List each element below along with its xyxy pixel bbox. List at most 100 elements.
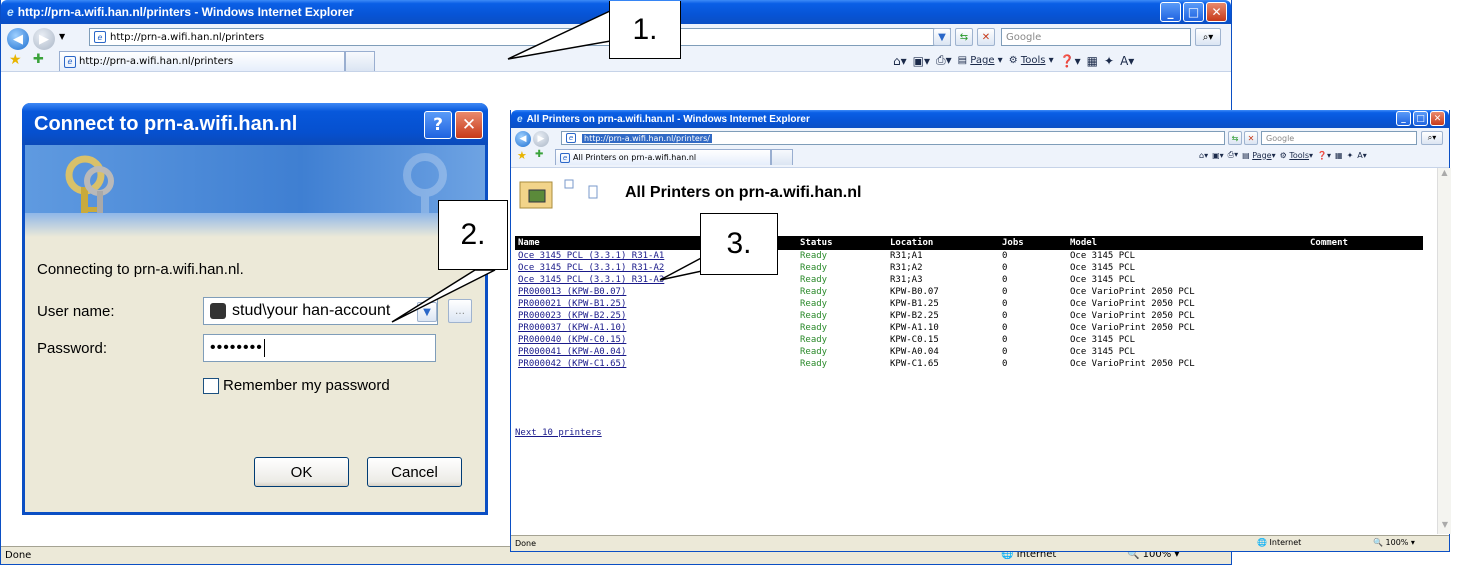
inner-feeds-icon[interactable]: ▣▾ [1212, 151, 1224, 160]
inner-favorites-star-icon[interactable]: ★ [517, 149, 527, 162]
inner-command-bar: ⌂▾ ▣▾ ⎙▾ ▤ Page▾ ⚙ Tools▾ ❓▾ ▦ ✦ A▾ [1199, 150, 1367, 160]
location-cell: KPW-C0.15 [890, 335, 939, 345]
location-cell: KPW-B0.07 [890, 287, 939, 297]
inner-forward-button[interactable]: ▶ [533, 131, 549, 147]
address-dropdown-button[interactable]: ▼ [933, 28, 951, 46]
messenger-icon[interactable]: ✦ [1104, 54, 1114, 68]
print-icon[interactable]: ⎙▾ [936, 53, 952, 68]
column-header: Status [797, 236, 887, 250]
inner-translate-icon[interactable]: A▾ [1357, 151, 1367, 160]
inner-tab[interactable]: e All Printers on prn-a.wifi.han.nl [555, 149, 771, 165]
inner-new-tab-button[interactable] [771, 149, 793, 165]
close-button[interactable]: ✕ [1206, 2, 1227, 22]
printer-name-cell[interactable]: PR000021 (KPW-B1.25) [515, 298, 797, 310]
research-icon[interactable]: ▦ [1087, 54, 1098, 68]
help-icon[interactable]: ❓▾ [1060, 54, 1081, 68]
next-printers-link[interactable]: Next 10 printers [515, 428, 602, 438]
model-cell: Oce VarioPrint 2050 PCL [1070, 323, 1195, 333]
vertical-scrollbar[interactable]: ▲ ▼ [1437, 168, 1451, 534]
forward-button[interactable]: ▶ [33, 28, 55, 50]
password-field[interactable]: •••••••• [203, 334, 436, 362]
printer-link[interactable]: Oce 3145 PCL (3.3.1) R31-A1 [518, 251, 664, 261]
minimize-button[interactable]: _ [1160, 2, 1181, 22]
new-tab-button[interactable] [345, 51, 375, 71]
tools-menu[interactable]: ⚙ Tools ▾ [1009, 55, 1054, 66]
model-cell: Oce 3145 PCL [1070, 251, 1136, 261]
printer-link[interactable]: Oce 3145 PCL (3.3.1) R31-A3 [518, 275, 664, 285]
page-heading: All Printers on prn-a.wifi.han.nl [625, 184, 862, 201]
printer-link[interactable]: PR000013 (KPW-B0.07) [518, 287, 626, 297]
printer-link[interactable]: PR000041 (KPW-A0.04) [518, 347, 626, 357]
outer-command-bar: ⌂▾ ▣▾ ⎙▾ ▤ Page ▾ ⚙ Tools ▾ ❓▾ ▦ ✦ A▾ [893, 53, 1134, 68]
dialog-title-bar[interactable]: Connect to prn-a.wifi.han.nl ? ✕ [22, 103, 488, 145]
remember-label: Remember my password [223, 377, 390, 394]
inner-address-toolbar: ◀ ▶ e http://prn-a.wifi.han.nl/printers/… [511, 128, 1449, 168]
inner-tools-menu[interactable]: ⚙ Tools▾ [1280, 151, 1313, 160]
inner-print-icon[interactable]: ⎙▾ [1228, 150, 1238, 160]
printer-link[interactable]: PR000021 (KPW-B1.25) [518, 299, 626, 309]
inner-search-button[interactable]: ⌕▾ [1421, 131, 1443, 145]
remember-checkbox[interactable] [203, 378, 219, 394]
stop-button[interactable]: ✕ [977, 28, 995, 46]
inner-minimize-button[interactable]: _ [1396, 111, 1411, 126]
inner-refresh-button[interactable]: ⇆ [1228, 131, 1242, 145]
page-menu[interactable]: ▤ Page ▾ [958, 55, 1003, 66]
printer-link[interactable]: PR000042 (KPW-C1.65) [518, 359, 626, 369]
printer-link[interactable]: PR000040 (KPW-C0.15) [518, 335, 626, 345]
jobs-cell: 0 [1002, 251, 1008, 261]
cancel-button[interactable]: Cancel [367, 457, 462, 487]
password-label: Password: [37, 340, 108, 357]
inner-search-input[interactable]: Google [1261, 131, 1417, 145]
password-value: •••••••• [210, 339, 263, 356]
inner-back-button[interactable]: ◀ [515, 131, 531, 147]
maximize-button[interactable]: □ [1183, 2, 1204, 22]
inner-page-icon: e [566, 133, 576, 143]
help-button[interactable]: ? [424, 111, 452, 139]
search-button[interactable]: ⌕▾ [1195, 28, 1221, 46]
inner-research-icon[interactable]: ▦ [1335, 151, 1343, 160]
back-button[interactable]: ◀ [7, 28, 29, 50]
ok-button[interactable]: OK [254, 457, 349, 487]
outer-search-input[interactable]: Google [1001, 28, 1191, 46]
inner-zoom[interactable]: 🔍 100% ▾ [1373, 538, 1415, 547]
home-icon[interactable]: ⌂▾ [893, 54, 907, 68]
favorites-star-icon[interactable]: ★ [9, 52, 22, 68]
inner-content: All Printers on prn-a.wifi.han.nl Name S… [511, 168, 1451, 534]
printer-name-cell[interactable]: PR000023 (KPW-B2.25) [515, 310, 797, 322]
inner-page-menu[interactable]: ▤ Page▾ [1242, 151, 1276, 160]
inner-title-bar[interactable]: e All Printers on prn-a.wifi.han.nl - Wi… [511, 110, 1449, 128]
printer-folder-icon [519, 179, 598, 209]
refresh-button[interactable]: ⇆ [955, 28, 973, 46]
printer-link[interactable]: Oce 3145 PCL (3.3.1) R31-A2 [518, 263, 664, 273]
location-cell: R31;A3 [890, 275, 923, 285]
inner-stop-button[interactable]: ✕ [1244, 131, 1258, 145]
location-cell: KPW-C1.65 [890, 359, 939, 369]
inner-add-favorites-icon[interactable]: ✚ [535, 149, 543, 160]
scroll-up-icon[interactable]: ▲ [1438, 168, 1451, 182]
printer-name-cell[interactable]: PR000040 (KPW-C0.15) [515, 334, 797, 346]
location-cell: R31;A1 [890, 251, 923, 261]
printer-name-cell[interactable]: PR000041 (KPW-A0.04) [515, 346, 797, 358]
outer-tab[interactable]: e http://prn-a.wifi.han.nl/printers [59, 51, 345, 71]
table-row: PR000041 (KPW-A0.04) Ready KPW-A0.04 0 Oce 3… [515, 346, 1423, 358]
inner-home-icon[interactable]: ⌂▾ [1199, 151, 1208, 160]
printer-link[interactable]: PR000037 (KPW-A1.10) [518, 323, 626, 333]
table-row: PR000037 (KPW-A1.10) Ready KPW-A1.10 0 Oce V… [515, 322, 1423, 334]
printer-name-cell[interactable]: PR000037 (KPW-A1.10) [515, 322, 797, 334]
status-cell: Ready [800, 323, 828, 333]
nav-dropdown-icon[interactable]: ▼ [59, 32, 65, 41]
inner-help-icon[interactable]: ❓▾ [1317, 151, 1331, 160]
inner-close-button[interactable]: ✕ [1430, 111, 1445, 126]
jobs-cell: 0 [1002, 323, 1008, 333]
translate-icon[interactable]: A▾ [1120, 54, 1134, 68]
printer-name-cell[interactable]: PR000042 (KPW-C1.65) [515, 358, 797, 370]
inner-address-bar[interactable]: e http://prn-a.wifi.han.nl/printers/ [561, 131, 1225, 145]
scroll-down-icon[interactable]: ▼ [1438, 520, 1452, 534]
feeds-icon[interactable]: ▣▾ [913, 54, 930, 68]
add-favorites-icon[interactable]: ✚ [33, 52, 44, 67]
printer-link[interactable]: PR000023 (KPW-B2.25) [518, 311, 626, 321]
dialog-banner [25, 145, 485, 237]
dialog-close-button[interactable]: ✕ [455, 111, 483, 139]
inner-maximize-button[interactable]: □ [1413, 111, 1428, 126]
inner-messenger-icon[interactable]: ✦ [1347, 151, 1354, 160]
